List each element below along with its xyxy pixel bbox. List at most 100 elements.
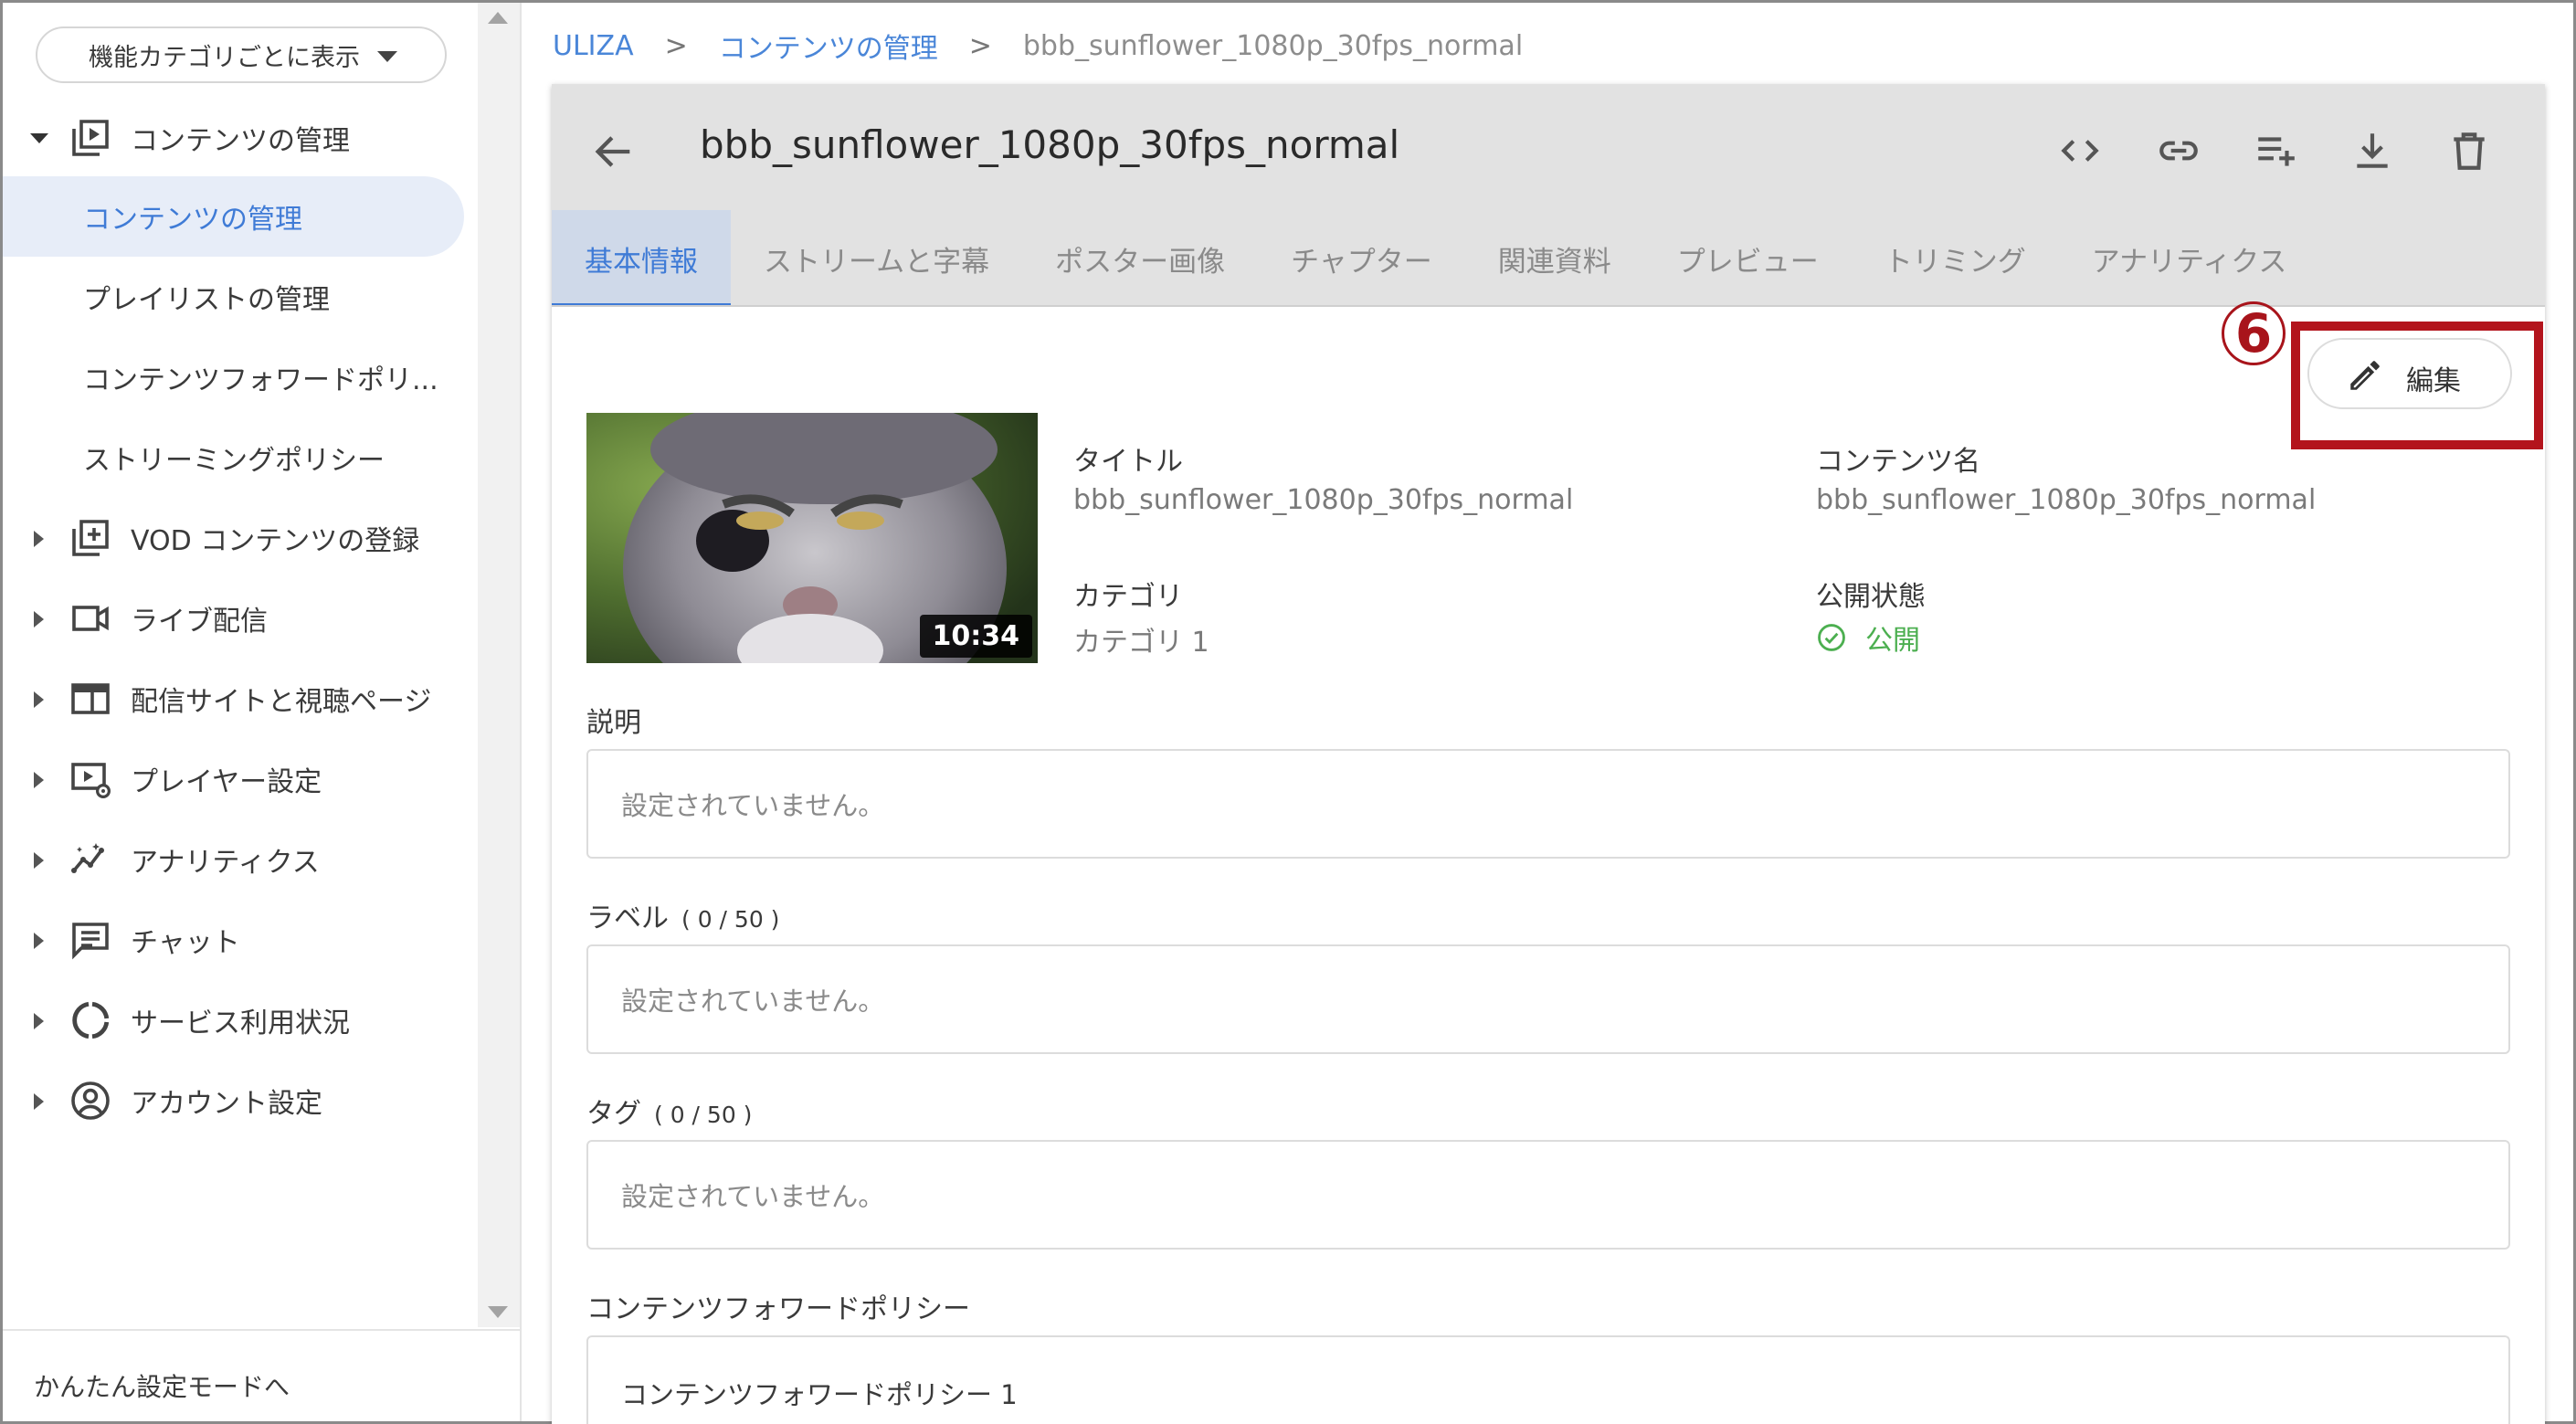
forward-policy-value: コンテンツフォワードポリシー 1 — [621, 1379, 1018, 1410]
tab-label: チャプター — [1291, 245, 1432, 279]
scroll-up-arrow-icon[interactable] — [488, 12, 508, 24]
embed-code-button[interactable] — [2053, 124, 2106, 177]
description-field: 設定されていません。 — [586, 749, 2510, 859]
sidebar-item-label: プレイヤー設定 — [131, 766, 322, 798]
edit-button-label: 編集 — [2406, 365, 2461, 397]
breadcrumb-separator: > — [664, 29, 688, 62]
tab-trimming[interactable]: トリミング — [1852, 210, 2059, 307]
playlist-add-icon — [2258, 137, 2295, 166]
expand-more-icon — [34, 772, 44, 788]
delete-button[interactable] — [2443, 124, 2496, 177]
step-marker: 6 — [2234, 302, 2273, 364]
tab-related-materials[interactable]: 関連資料 — [1465, 210, 1644, 307]
sidebar-scrollbar[interactable] — [478, 3, 520, 1327]
tab-basic-info[interactable]: 基本情報 — [552, 210, 731, 307]
sidebar-item-content-management[interactable]: コンテンツの管理 — [3, 176, 464, 257]
view-mode-select-label: 機能カテゴリごとに表示 — [89, 43, 360, 72]
add-to-playlist-button[interactable] — [2249, 124, 2302, 177]
web-layout-icon — [71, 683, 110, 714]
title-value: bbb_sunflower_1080p_30fps_normal — [1073, 484, 1574, 516]
forward-policy-label: コンテンツフォワードポリシー — [586, 1293, 970, 1325]
tab-preview[interactable]: プレビュー — [1644, 210, 1852, 307]
description-label: 説明 — [586, 707, 641, 739]
breadcrumb-current: bbb_sunflower_1080p_30fps_normal — [1022, 29, 1524, 62]
tab-analytics[interactable]: アナリティクス — [2059, 210, 2320, 307]
download-icon — [2357, 133, 2388, 168]
content-thumbnail: 10:34 — [586, 413, 1038, 663]
add-library-icon — [72, 520, 109, 556]
expand-more-icon — [34, 1013, 44, 1029]
labels-label: ラベル — [586, 902, 669, 934]
edit-button[interactable]: 編集 — [2307, 338, 2512, 409]
labels-value: 設定されていません。 — [621, 986, 885, 1017]
tags-field: 設定されていません。 — [586, 1140, 2510, 1250]
sidebar-item-label: コンテンツフォワードポリ... — [83, 364, 438, 396]
sidebar-item-label: プレイリストの管理 — [83, 284, 330, 316]
sidebar-item-label: VOD コンテンツの登録 — [131, 525, 420, 557]
content-tabs: 基本情報 ストリームと字幕 ポスター画像 チャプター 関連資料 プレビュー トリ… — [552, 210, 2319, 307]
content-name-label: コンテンツ名 — [1816, 446, 1980, 478]
sidebar-group-label: コンテンツの管理 — [131, 125, 350, 157]
donut-chart-icon — [72, 1001, 110, 1039]
publish-status-label: 公開状態 — [1816, 581, 1926, 613]
video-camera-icon — [72, 606, 109, 631]
expand-more-icon — [34, 531, 44, 547]
link-icon — [2159, 141, 2198, 161]
breadcrumb-separator: > — [968, 29, 992, 62]
sidebar-item-streaming-policy[interactable]: ストリーミングポリシー — [3, 417, 464, 498]
expand-more-icon — [34, 933, 44, 949]
forward-policy-field: コンテンツフォワードポリシー 1 — [586, 1335, 2510, 1424]
category-label: カテゴリ — [1073, 581, 1183, 613]
easy-setup-mode-link[interactable]: かんたん設定モードへ — [34, 1367, 290, 1404]
sidebar-item-label: サービス利用状況 — [131, 1007, 350, 1039]
download-button[interactable] — [2346, 124, 2399, 177]
sidebar-item-account-settings[interactable]: アカウント設定 — [3, 1060, 478, 1141]
delete-icon — [2454, 132, 2485, 170]
sidebar-item-service-usage[interactable]: サービス利用状況 — [3, 980, 478, 1060]
breadcrumb-root[interactable]: ULIZA — [553, 30, 634, 62]
copy-link-button[interactable] — [2152, 124, 2205, 177]
tags-label: タグ — [586, 1098, 641, 1130]
expand-more-icon — [34, 611, 44, 628]
tab-label: 基本情報 — [585, 245, 698, 279]
tab-label: ポスター画像 — [1055, 245, 1226, 279]
sidebar-item-chat[interactable]: チャット — [3, 900, 478, 980]
sidebar-group-content[interactable]: コンテンツの管理 — [3, 98, 478, 178]
chat-icon — [72, 923, 109, 960]
code-icon — [2061, 140, 2099, 162]
view-mode-select[interactable]: 機能カテゴリごとに表示 — [36, 26, 447, 83]
sidebar-item-content-forward-policy[interactable]: コンテンツフォワードポリ... — [3, 337, 464, 417]
caret-down-icon — [377, 51, 397, 62]
sidebar: 機能カテゴリごとに表示 コンテンツの管理 コンテンツの管理 プレイリストの管理 … — [3, 3, 478, 1421]
expand-more-icon — [34, 691, 44, 708]
sidebar-item-live[interactable]: ライブ配信 — [3, 578, 478, 659]
tab-chapters[interactable]: チャプター — [1258, 210, 1465, 307]
sidebar-item-vod-registration[interactable]: VOD コンテンツの登録 — [3, 498, 478, 578]
category-value: カテゴリ 1 — [1073, 627, 1209, 659]
description-value: 設定されていません。 — [621, 790, 885, 821]
sidebar-item-analytics[interactable]: アナリティクス — [3, 819, 478, 900]
publish-status-value: 公開 — [1865, 625, 1920, 657]
video-library-icon — [72, 120, 109, 156]
check-circle-icon — [1818, 624, 1845, 651]
breadcrumb-section[interactable]: コンテンツの管理 — [719, 26, 938, 66]
tab-streams-subtitles[interactable]: ストリームと字幕 — [731, 210, 1022, 307]
card-header: bbb_sunflower_1080p_30fps_normal 基本情報 スト… — [552, 84, 2545, 307]
tags-section-label: タグ ( 0 / 50 ) — [586, 1091, 752, 1131]
sidebar-item-label: コンテンツの管理 — [83, 204, 302, 236]
scroll-down-arrow-icon[interactable] — [488, 1306, 508, 1318]
account-circle-icon — [71, 1081, 110, 1120]
sidebar-item-label: 配信サイトと視聴ページ — [131, 686, 432, 718]
player-settings-icon — [71, 763, 111, 799]
sidebar-divider — [520, 3, 522, 1421]
back-arrow-icon[interactable] — [590, 128, 638, 175]
tab-poster-image[interactable]: ポスター画像 — [1022, 210, 1258, 307]
tab-label: 関連資料 — [1497, 245, 1611, 279]
sidebar-item-playlist-management[interactable]: プレイリストの管理 — [3, 257, 464, 337]
tags-counter: ( 0 / 50 ) — [654, 1102, 753, 1128]
content-title: bbb_sunflower_1080p_30fps_normal — [700, 122, 1400, 167]
labels-field: 設定されていません。 — [586, 944, 2510, 1054]
sidebar-item-player-settings[interactable]: プレイヤー設定 — [3, 739, 478, 819]
sidebar-item-distribution-site[interactable]: 配信サイトと視聴ページ — [3, 659, 478, 739]
labels-section-label: ラベル ( 0 / 50 ) — [586, 895, 779, 935]
